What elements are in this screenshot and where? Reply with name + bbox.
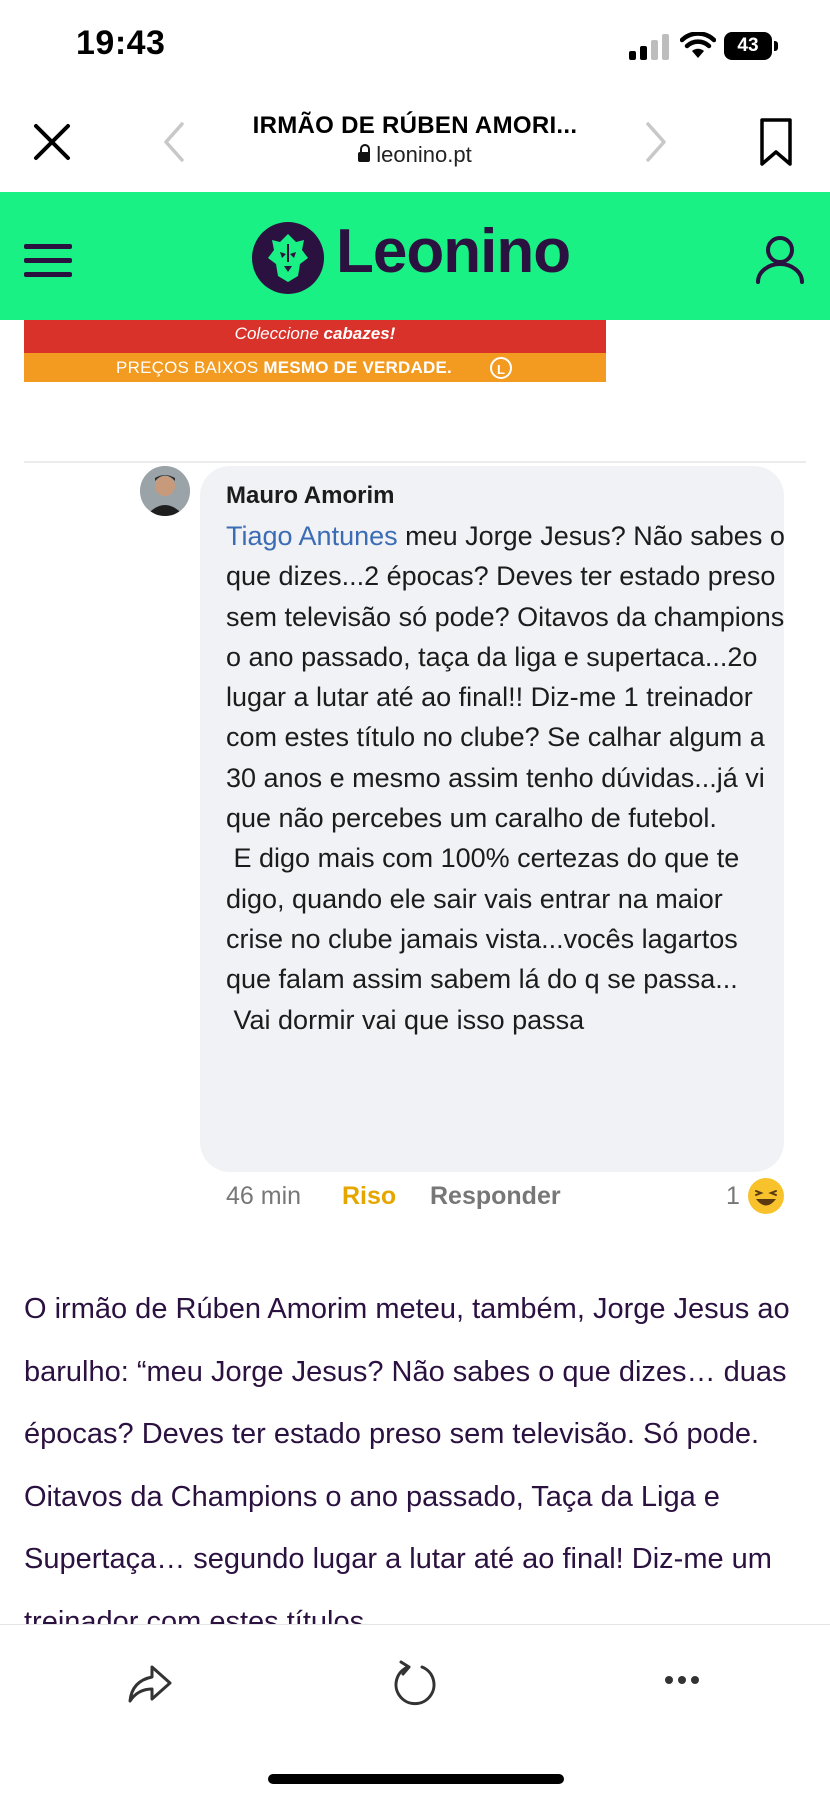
bottom-toolbar: [0, 1624, 830, 1801]
cellular-signal-icon: [629, 34, 669, 60]
site-navbar: Leonino: [0, 192, 830, 320]
back-arrow-icon[interactable]: [160, 120, 188, 164]
user-account-icon[interactable]: [754, 232, 806, 284]
site-logo-text[interactable]: Leonino: [336, 216, 571, 287]
comment-body-text: meu Jorge Jesus? Não sabes o que dizes..…: [226, 521, 785, 1035]
ad-banner[interactable]: Coleccione cabazes! PREÇOS BAIXOS MESMO …: [24, 320, 606, 382]
forward-arrow-icon[interactable]: [642, 120, 670, 164]
lion-logo-icon[interactable]: [250, 220, 326, 296]
ad-line1: Coleccione cabazes!: [234, 324, 396, 343]
avatar: [140, 466, 190, 516]
reply-button[interactable]: Responder: [430, 1182, 561, 1211]
battery-level: 43: [724, 32, 772, 60]
wifi-icon: [680, 32, 716, 58]
status-time: 19:43: [76, 24, 166, 62]
close-icon[interactable]: [30, 120, 74, 164]
reload-icon[interactable]: [390, 1657, 440, 1707]
comment-timestamp: 46 min: [226, 1182, 302, 1210]
article-paragraph: O irmão de Rúben Amorim meteu, também, J…: [24, 1293, 790, 1638]
hamburger-menu-icon[interactable]: [24, 244, 72, 278]
reaction-count: 1: [726, 1182, 740, 1210]
battery-icon: 43: [724, 32, 780, 60]
comment-author[interactable]: Mauro Amorim: [226, 482, 394, 510]
lock-icon: [358, 144, 371, 162]
more-options-icon[interactable]: [664, 1667, 700, 1693]
bookmark-icon[interactable]: [756, 116, 796, 168]
comment-text: Tiago Antunes meu Jorge Jesus? Não sabes…: [226, 516, 786, 1040]
divider: [24, 461, 806, 463]
page-title: IRMÃO DE RÚBEN AMORI...: [252, 112, 578, 139]
comment-mention[interactable]: Tiago Antunes: [226, 521, 398, 551]
share-icon[interactable]: [124, 1657, 174, 1707]
home-indicator[interactable]: [268, 1774, 564, 1784]
laugh-reaction-button[interactable]: Riso: [342, 1182, 396, 1211]
ad-brand-badge: L: [490, 357, 512, 379]
domain-text: leonino.pt: [376, 142, 472, 167]
page-domain: leonino.pt: [200, 142, 630, 168]
laughing-emoji-icon[interactable]: [748, 1178, 784, 1214]
ad-line2: PREÇOS BAIXOS MESMO DE VERDADE.: [116, 358, 452, 377]
